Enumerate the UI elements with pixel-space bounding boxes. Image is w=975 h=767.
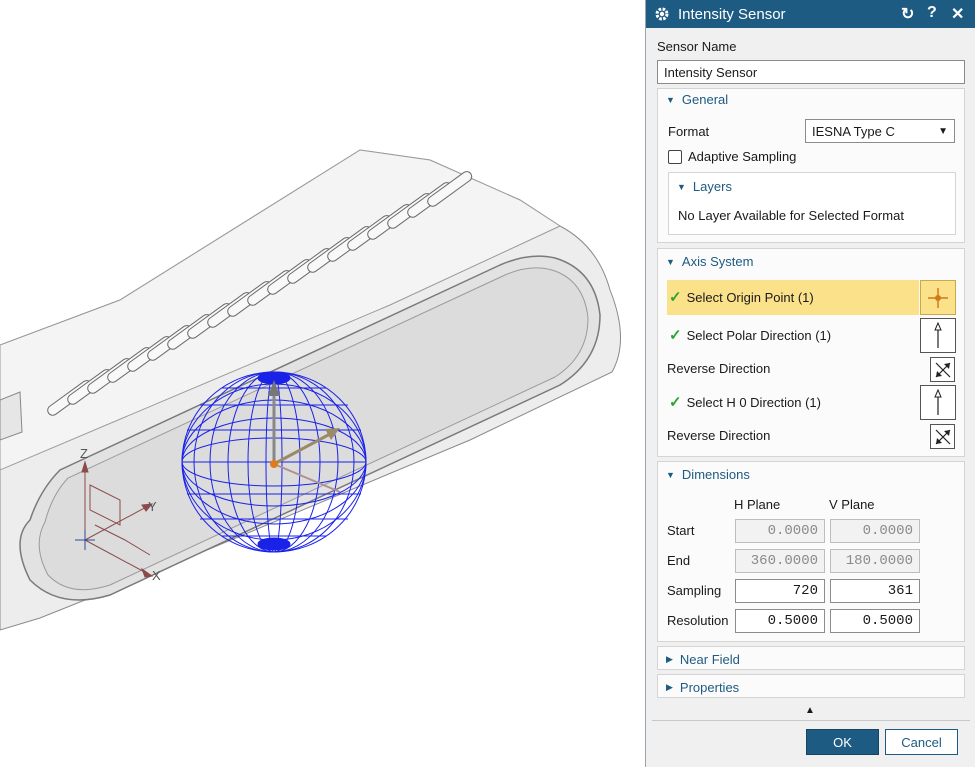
near-field-header-label: Near Field bbox=[679, 652, 740, 667]
adaptive-sampling-row: Adaptive Sampling bbox=[668, 149, 796, 164]
dimensions-group: ▼ Dimensions H Plane V Plane Start 0.000… bbox=[657, 461, 965, 642]
resolution-v-input[interactable]: 0.5000 bbox=[830, 609, 920, 633]
start-label: Start bbox=[667, 523, 695, 538]
sampling-h-input[interactable]: 720 bbox=[735, 579, 825, 603]
v-plane-header: V Plane bbox=[829, 497, 875, 512]
sensor-name-label: Sensor Name bbox=[657, 39, 737, 54]
point-dialog-button[interactable] bbox=[920, 280, 956, 315]
reset-icon[interactable]: ↻ bbox=[901, 4, 914, 24]
chevron-right-icon: ▶ bbox=[666, 654, 673, 664]
polar-direction-label: Select Polar Direction (1) bbox=[686, 327, 832, 343]
axis-label-z: Z bbox=[80, 446, 88, 461]
vector-arrow-icon bbox=[934, 388, 942, 415]
format-value: IESNA Type C bbox=[812, 123, 895, 139]
reverse-direction-icon bbox=[935, 362, 950, 377]
axis-label-x: X bbox=[152, 568, 161, 583]
origin-point-label: Select Origin Point (1) bbox=[686, 289, 814, 305]
reverse-direction-2-button[interactable] bbox=[930, 424, 955, 449]
h-plane-header: H Plane bbox=[734, 497, 781, 512]
end-label: End bbox=[667, 553, 691, 568]
near-field-header[interactable]: ▶ Near Field bbox=[666, 652, 740, 667]
sensor-name-input[interactable]: Intensity Sensor bbox=[657, 60, 965, 84]
h0-direction-row[interactable]: ✓ Select H 0 Direction (1) bbox=[669, 393, 821, 411]
end-h-input: 360.0000 bbox=[735, 549, 825, 573]
layers-header-label: Layers bbox=[692, 179, 732, 194]
axis-system-header[interactable]: ▼ Axis System bbox=[666, 254, 753, 269]
near-field-group[interactable]: ▶ Near Field bbox=[657, 646, 965, 670]
start-v-input: 0.0000 bbox=[830, 519, 920, 543]
collapse-up-icon[interactable]: ▲ bbox=[805, 705, 815, 716]
chevron-right-icon: ▶ bbox=[666, 682, 673, 692]
general-header-label: General bbox=[681, 92, 729, 107]
format-dropdown[interactable]: IESNA Type C ▼ bbox=[805, 119, 955, 143]
end-v-input: 180.0000 bbox=[830, 549, 920, 573]
check-icon: ✓ bbox=[669, 327, 682, 344]
adaptive-sampling-label: Adaptive Sampling bbox=[688, 149, 797, 164]
dialog-title-bar: Intensity Sensor ↻ ? ✕ bbox=[646, 0, 975, 28]
chevron-down-icon: ▼ bbox=[677, 181, 686, 192]
cancel-button[interactable]: Cancel bbox=[885, 729, 958, 755]
layers-message: No Layer Available for Selected Format bbox=[678, 208, 904, 223]
chevron-down-icon: ▼ bbox=[666, 94, 675, 105]
origin-point-row[interactable]: ✓ Select Origin Point (1) bbox=[667, 280, 919, 315]
ok-button[interactable]: OK bbox=[806, 729, 879, 755]
layers-header[interactable]: ▼ Layers bbox=[677, 179, 732, 194]
properties-group[interactable]: ▶ Properties bbox=[657, 674, 965, 698]
polar-direction-row[interactable]: ✓ Select Polar Direction (1) bbox=[669, 326, 831, 344]
divider bbox=[652, 720, 970, 721]
dropdown-arrow-icon: ▼ bbox=[938, 125, 948, 137]
axis-system-group: ▼ Axis System ✓ Select Origin Point (1) … bbox=[657, 248, 965, 457]
gear-icon bbox=[655, 7, 669, 21]
resolution-label: Resolution bbox=[667, 613, 729, 628]
properties-header[interactable]: ▶ Properties bbox=[666, 680, 739, 695]
axis-label-y: Y bbox=[148, 499, 157, 514]
sampling-label: Sampling bbox=[667, 583, 722, 598]
format-label: Format bbox=[668, 124, 710, 139]
general-header[interactable]: ▼ General bbox=[666, 92, 728, 107]
vector-arrow-icon bbox=[934, 321, 942, 348]
check-icon: ✓ bbox=[669, 289, 682, 306]
chevron-down-icon: ▼ bbox=[666, 469, 675, 480]
sampling-v-input[interactable]: 361 bbox=[830, 579, 920, 603]
layers-group: ▼ Layers No Layer Available for Selected… bbox=[668, 172, 956, 235]
check-icon: ✓ bbox=[669, 394, 682, 411]
point-crosshair-icon bbox=[928, 287, 948, 308]
reverse-direction-icon bbox=[935, 429, 950, 444]
reverse-direction-2-label: Reverse Direction bbox=[667, 428, 771, 443]
resolution-h-input[interactable]: 0.5000 bbox=[735, 609, 825, 633]
start-h-input: 0.0000 bbox=[735, 519, 825, 543]
intensity-sensor-dialog: Intensity Sensor ↻ ? ✕ Sensor Name Inten… bbox=[645, 0, 975, 767]
model-drawing: Z Y X bbox=[0, 149, 621, 631]
h0-direction-label: Select H 0 Direction (1) bbox=[686, 394, 821, 410]
axis-system-header-label: Axis System bbox=[681, 254, 754, 269]
general-group: ▼ General Format IESNA Type C ▼ Adaptive… bbox=[657, 88, 965, 243]
h0-vector-button[interactable] bbox=[920, 385, 956, 420]
reverse-direction-1-button[interactable] bbox=[930, 357, 955, 382]
properties-header-label: Properties bbox=[679, 680, 740, 695]
dimensions-header[interactable]: ▼ Dimensions bbox=[666, 467, 750, 482]
dialog-title: Intensity Sensor bbox=[678, 5, 786, 23]
dimensions-header-label: Dimensions bbox=[681, 467, 750, 482]
graphics-viewport[interactable]: Z Y X bbox=[0, 0, 645, 767]
reverse-direction-1-label: Reverse Direction bbox=[667, 361, 771, 376]
adaptive-sampling-checkbox[interactable] bbox=[668, 149, 682, 164]
chevron-down-icon: ▼ bbox=[666, 256, 675, 267]
polar-vector-button[interactable] bbox=[920, 318, 956, 353]
help-icon[interactable]: ? bbox=[927, 4, 937, 22]
close-icon[interactable]: ✕ bbox=[951, 4, 964, 24]
